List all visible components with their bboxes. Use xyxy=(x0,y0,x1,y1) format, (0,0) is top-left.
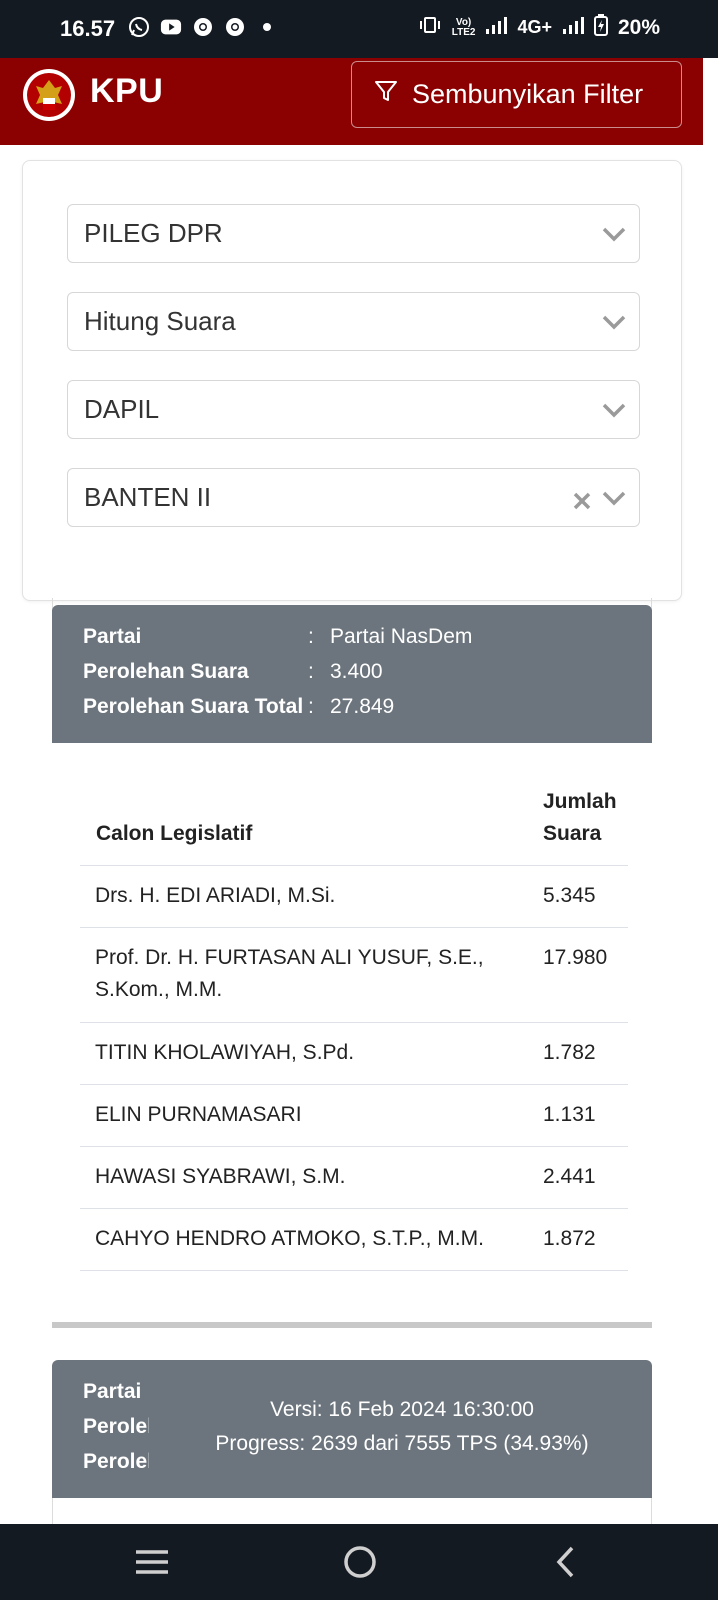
colon: : xyxy=(308,660,314,683)
region-select[interactable]: BANTEN II xyxy=(67,468,640,527)
recents-icon[interactable] xyxy=(132,1542,172,1582)
chrome-icon xyxy=(192,16,214,38)
chevron-down-icon xyxy=(601,221,627,247)
system-indicators: Vo) LTE2 4G+ 20% xyxy=(418,14,660,41)
party-name-row: Partai : Partai NasDem xyxy=(83,625,472,649)
candidate-votes: 2.441 xyxy=(543,1165,596,1188)
election-type-select[interactable]: PILEG DPR xyxy=(67,204,640,263)
status-bar: 16.57 Vo) LTE2 4G+ 20% xyxy=(0,0,718,58)
progress-text: Progress: 2639 dari 7555 TPS (34.93%) xyxy=(215,1432,589,1455)
network-type: 4G+ xyxy=(517,17,552,37)
party-summary: Partai : Partai NasDem Perolehan Suara :… xyxy=(52,605,652,743)
data-version: Versi: 16 Feb 2024 16:30:00 xyxy=(270,1398,534,1421)
table-row: TITIN KHOLAWIYAH, S.Pd. 1.782 xyxy=(80,1022,628,1084)
election-type-value: PILEG DPR xyxy=(84,218,223,248)
candidate-name: CAHYO HENDRO ATMOKO, S.T.P., M.M. xyxy=(95,1227,484,1250)
votes-label: Perolehan Suara xyxy=(83,660,249,683)
candidate-name-continued: S.Kom., M.M. xyxy=(95,978,223,1001)
candidate-name: Drs. H. EDI ARIADI, M.Si. xyxy=(95,884,336,907)
candidate-votes: 1.131 xyxy=(543,1103,596,1126)
filter-card: PILEG DPR Hitung Suara DAPIL BANTEN II xyxy=(22,160,682,601)
system-nav-bar xyxy=(0,1524,718,1600)
brand-title: KPU xyxy=(90,72,164,110)
volte-icon: Vo) LTE2 xyxy=(451,16,476,38)
hide-filter-button[interactable]: Sembunyikan Filter xyxy=(351,61,682,128)
table-row: HAWASI SYABRAWI, S.M. 2.441 xyxy=(80,1146,628,1208)
column-header-votes-line2: Suara xyxy=(543,822,602,845)
table-row: Prof. Dr. H. FURTASAN ALI YUSUF, S.E., S… xyxy=(80,927,628,1022)
chevron-down-icon xyxy=(601,485,627,511)
signal-icon xyxy=(485,15,508,40)
votes-label-truncated: Perolel xyxy=(83,1415,149,1438)
table-row: ELIN PURNAMASARI 1.131 xyxy=(80,1084,628,1146)
table-divider xyxy=(80,1270,628,1271)
candidate-name: ELIN PURNAMASARI xyxy=(95,1103,302,1126)
filter-icon xyxy=(374,79,398,110)
column-header-votes-line1: Jumlah xyxy=(543,790,617,813)
chevron-down-icon xyxy=(601,309,627,335)
clear-icon[interactable] xyxy=(571,488,593,510)
home-icon[interactable] xyxy=(340,1542,380,1582)
back-icon[interactable] xyxy=(546,1542,586,1582)
column-header-candidate: Calon Legislatif xyxy=(96,822,253,845)
region-value: BANTEN II xyxy=(84,482,212,512)
candidate-votes: 1.782 xyxy=(543,1041,596,1064)
colon: : xyxy=(308,695,314,718)
next-party-table xyxy=(52,1498,652,1524)
candidate-name: HAWASI SYABRAWI, S.M. xyxy=(95,1165,346,1188)
candidate-name: Prof. Dr. H. FURTASAN ALI YUSUF, S.E., xyxy=(95,946,484,969)
battery-icon xyxy=(593,14,608,41)
party-value: Partai NasDem xyxy=(330,625,473,648)
notification-icons xyxy=(128,16,278,38)
whatsapp-icon xyxy=(128,16,150,38)
party-label: Partai xyxy=(83,625,142,648)
level-value: DAPIL xyxy=(84,394,160,424)
youtube-icon xyxy=(160,16,182,38)
kpu-logo[interactable] xyxy=(22,68,76,122)
party-label: Partai xyxy=(83,1380,142,1403)
mode-select[interactable]: Hitung Suara xyxy=(67,292,640,351)
chrome-icon xyxy=(224,16,246,38)
table-row: CAHYO HENDRO ATMOKO, S.T.P., M.M. 1.872 xyxy=(80,1208,628,1270)
candidate-name: TITIN KHOLAWIYAH, S.Pd. xyxy=(95,1041,355,1064)
candidate-votes: 5.345 xyxy=(543,884,596,907)
battery-percent: 20% xyxy=(617,15,660,39)
candidate-votes: 1.872 xyxy=(543,1227,596,1250)
party-votes-row: Perolehan Suara : 3.400 xyxy=(83,660,383,684)
hide-filter-label: Sembunyikan Filter xyxy=(412,79,644,109)
total-value: 27.849 xyxy=(330,695,395,718)
vibrate-icon xyxy=(418,15,442,40)
party-total-row: Perolehan Suara Total : 27.849 xyxy=(83,695,394,719)
total-label-truncated: Perolel. xyxy=(83,1450,149,1473)
dot-icon xyxy=(256,16,278,38)
signal-icon xyxy=(562,15,584,40)
level-select[interactable]: DAPIL xyxy=(67,380,640,439)
mode-value: Hitung Suara xyxy=(84,306,236,336)
candidate-votes: 17.980 xyxy=(543,946,608,969)
next-party-summary: Partai Perolel Perolel. Versi: 16 Feb 20… xyxy=(52,1360,652,1498)
table-row: Drs. H. EDI ARIADI, M.Si. 5.345 xyxy=(80,865,628,927)
votes-value: 3.400 xyxy=(330,660,383,683)
clock: 16.57 xyxy=(60,16,116,41)
total-label: Perolehan Suara Total xyxy=(83,695,304,718)
chevron-down-icon xyxy=(601,397,627,423)
colon: : xyxy=(308,625,314,648)
